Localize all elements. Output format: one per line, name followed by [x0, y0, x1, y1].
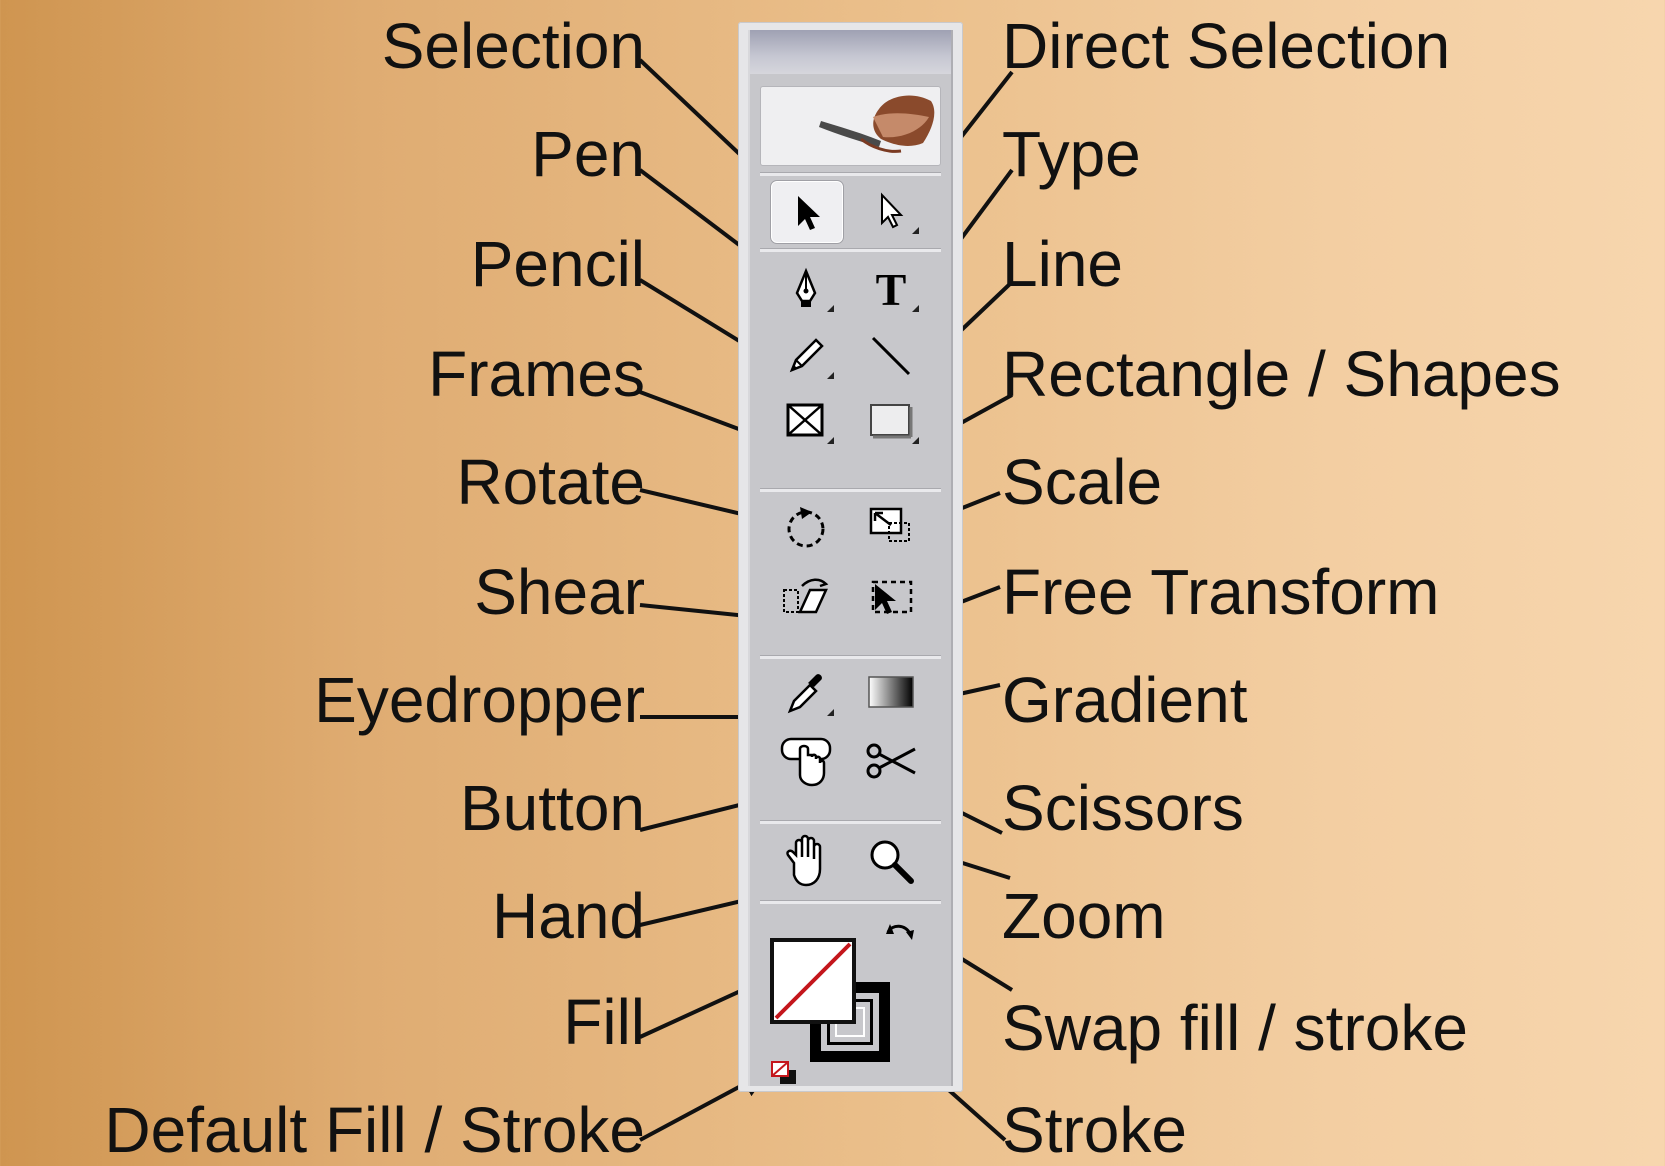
direct-selection-tool-button[interactable] — [855, 180, 927, 242]
submenu-corner-icon — [912, 437, 919, 444]
pencil-tool-button[interactable] — [770, 325, 842, 387]
scale-icon — [869, 507, 910, 542]
pencil-icon — [789, 338, 824, 373]
line-tool-button[interactable] — [855, 325, 927, 387]
button-hand-icon — [780, 737, 832, 787]
label-type: Type — [1002, 118, 1141, 190]
label-selection: Selection — [381, 10, 645, 82]
app-logo — [760, 86, 941, 166]
label-stroke: Stroke — [1002, 1094, 1187, 1166]
label-free-transform: Free Transform — [1002, 556, 1440, 628]
label-direct-selection: Direct Selection — [1002, 10, 1451, 82]
label-rotate: Rotate — [456, 446, 645, 518]
label-scissors: Scissors — [1002, 772, 1244, 844]
rectangle-tool-button[interactable] — [855, 390, 927, 452]
free-transform-tool-button[interactable] — [855, 565, 927, 627]
hand-icon — [786, 834, 822, 887]
separator — [760, 172, 941, 176]
none-slash-icon — [774, 942, 852, 1020]
submenu-corner-icon — [827, 305, 834, 312]
eyedropper-icon — [787, 674, 822, 714]
shear-tool-button[interactable] — [770, 565, 842, 627]
scale-tool-button[interactable] — [855, 496, 927, 558]
rectangle-shape-icon — [870, 404, 913, 439]
rectangle-frame-icon — [786, 403, 824, 437]
label-zoom: Zoom — [1002, 880, 1166, 952]
label-hand: Hand — [492, 880, 645, 952]
tools-panel-body: T — [748, 30, 953, 1086]
separator — [760, 820, 941, 824]
label-swap-fill-stroke: Swap fill / stroke — [1002, 992, 1468, 1064]
separator — [760, 488, 941, 492]
button-tool-button[interactable] — [770, 730, 842, 792]
default-colors-icon — [771, 1061, 796, 1084]
label-default-fill-stroke: Default Fill / Stroke — [104, 1094, 645, 1166]
default-fill-stroke-button[interactable] — [768, 1060, 800, 1088]
fill-swatch[interactable] — [770, 938, 856, 1024]
label-button: Button — [459, 772, 645, 844]
type-t-icon: T — [875, 263, 907, 315]
label-line: Line — [1002, 228, 1123, 300]
swap-arrows-icon — [886, 924, 914, 940]
submenu-corner-icon — [912, 305, 919, 312]
shear-icon — [783, 578, 829, 614]
submenu-corner-icon — [827, 437, 834, 444]
selection-arrow-icon — [798, 196, 820, 230]
separator — [760, 248, 941, 252]
pen-nib-icon — [795, 267, 817, 307]
label-gradient: Gradient — [1002, 664, 1248, 736]
type-tool-button[interactable]: T — [855, 258, 927, 320]
swap-fill-stroke-button[interactable] — [882, 920, 918, 956]
free-transform-icon — [871, 580, 913, 614]
label-rectangle-shapes: Rectangle / Shapes — [1002, 338, 1561, 410]
tools-panel-titlebar[interactable] — [750, 30, 951, 74]
zoom-tool-button[interactable] — [855, 830, 927, 892]
label-scale: Scale — [1002, 446, 1163, 518]
label-pencil: Pencil — [470, 228, 645, 300]
submenu-corner-icon — [827, 709, 834, 716]
gradient-tool-button[interactable] — [855, 662, 927, 724]
rotate-tool-button[interactable] — [770, 496, 842, 558]
selection-tool-button[interactable] — [770, 180, 844, 244]
gradient-swatch-icon — [868, 676, 914, 708]
separator — [760, 655, 941, 659]
separator — [760, 900, 941, 904]
label-eyedropper: Eyedropper — [314, 664, 645, 736]
rotate-icon — [787, 507, 825, 548]
label-pen: Pen — [531, 118, 645, 190]
line-icon — [871, 336, 911, 376]
submenu-corner-icon — [827, 372, 834, 379]
magnifier-icon — [870, 840, 914, 884]
tools-panel: T — [738, 22, 963, 1092]
hand-tool-button[interactable] — [770, 830, 842, 892]
frame-tool-button[interactable] — [770, 390, 842, 452]
direct-selection-arrow-icon — [881, 192, 904, 229]
scissors-icon — [866, 743, 916, 779]
label-frames: Frames — [428, 338, 645, 410]
label-shear: Shear — [474, 556, 645, 628]
scissors-tool-button[interactable] — [855, 730, 927, 792]
submenu-corner-icon — [912, 227, 919, 234]
pen-tool-button[interactable] — [770, 258, 842, 320]
label-fill: Fill — [563, 986, 645, 1058]
eyedropper-tool-button[interactable] — [770, 662, 842, 724]
